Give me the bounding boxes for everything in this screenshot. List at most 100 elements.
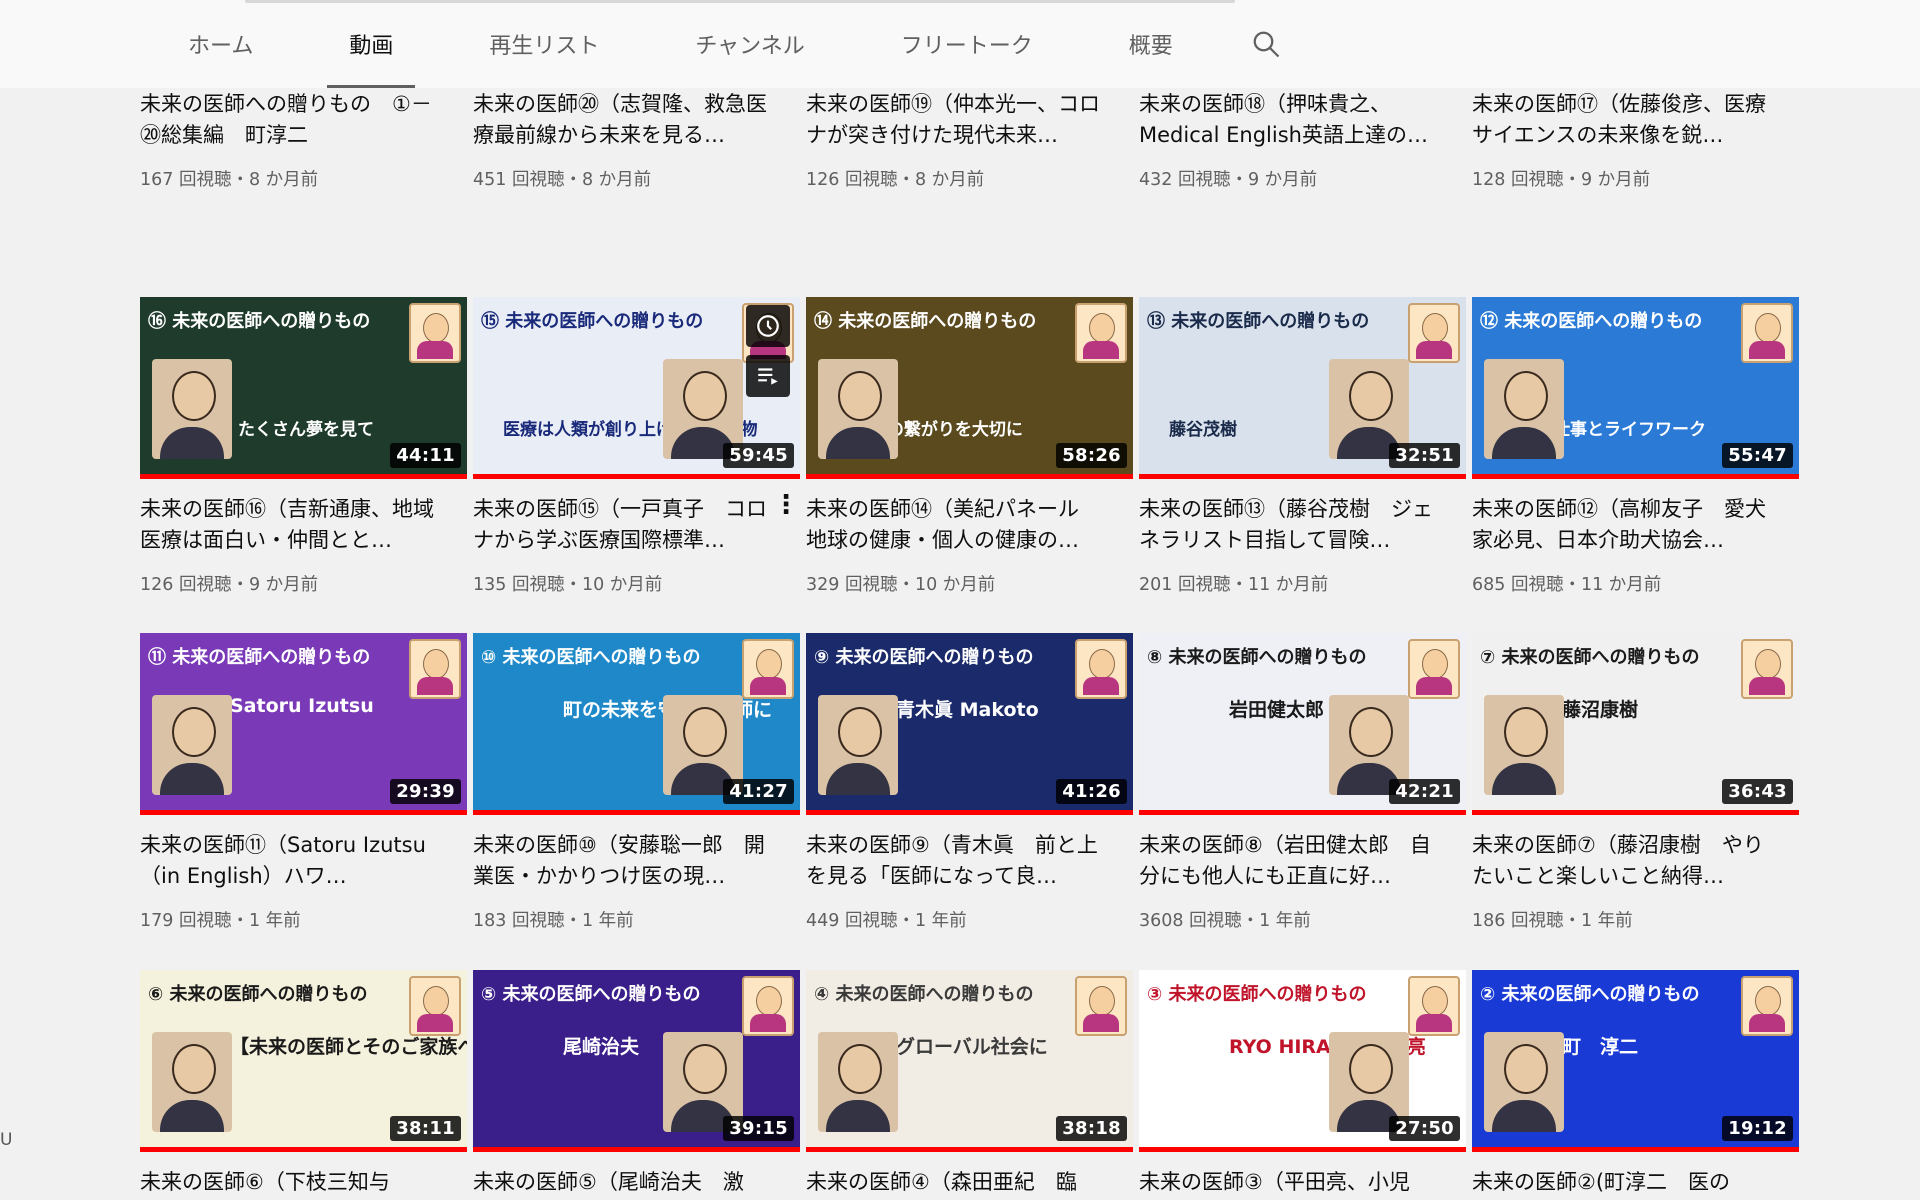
thumbnail-heading: ② 未来の医師への贈りもの (1480, 984, 1700, 1005)
video-thumbnail[interactable]: ⑦ 未来の医師への贈りもの藤沼康樹 36:43 (1472, 633, 1799, 815)
video-title[interactable]: 未来の医師⑫（高柳友子 愛犬家必見、日本介助犬協会… (1472, 494, 1772, 556)
video-title[interactable]: 未来の医師⑲（仲本光一、コロナが突き付けた現代未来… (806, 89, 1106, 151)
thumbnail-heading: ⑯ 未来の医師への贈りもの (148, 311, 371, 332)
video-title[interactable]: 未来の医師⑰（佐藤俊彦、医療サイエンスの未来像を鋭… (1472, 89, 1772, 151)
video-title[interactable]: 未来の医師⑪（Satoru Izutsu （in English）ハワ… (140, 830, 440, 892)
thumbnail-heading: ⑧ 未来の医師への贈りもの (1147, 647, 1367, 668)
video-duration-badge: 55:47 (1722, 443, 1793, 468)
tab-4[interactable]: フリートーク (853, 0, 1081, 88)
thumbnail-heading: ⑫ 未来の医師への贈りもの (1480, 311, 1703, 332)
video-title[interactable]: 未来の医師⑥（下枝三知与 (140, 1167, 440, 1200)
tab-5[interactable]: 概要 (1081, 0, 1221, 88)
thumbnail-heading: ⑦ 未来の医師への贈りもの (1480, 647, 1700, 668)
video-thumbnail[interactable]: ⑨ 未来の医師への贈りもの 青木眞 Makoto 41:26 (806, 633, 1133, 815)
thumbnail-heading: ⑪ 未来の医師への贈りもの (148, 647, 371, 668)
video-title[interactable]: 未来の医師⑱（押味貴之、Medical English英語上達の… (1139, 89, 1439, 151)
host-avatar-image (742, 639, 794, 699)
thumbnail-heading: ③ 未来の医師への贈りもの (1147, 984, 1367, 1005)
video-thumbnail[interactable]: ⑪ 未来の医師への贈りもの Satoru Izutsu 29:39 (140, 633, 467, 815)
tab-0[interactable]: ホーム (140, 0, 301, 88)
host-avatar-image (1408, 639, 1460, 699)
video-title[interactable]: 未来の医師⑭（美紀パネール 地球の健康・個人の健康の… (806, 494, 1106, 556)
video-duration-badge: 44:11 (390, 443, 461, 468)
more-options-icon[interactable]: ⋮ (773, 492, 799, 518)
host-avatar-image (1741, 976, 1793, 1036)
video-meta: 685 回視聴・11 か月前 (1472, 575, 1662, 595)
thumbnail-subtitle: 【未来の医師とそのご家族へ贈り物】 (230, 1036, 467, 1058)
thumbnail-heading: ⑭ 未来の医師への贈りもの (814, 311, 1037, 332)
video-thumbnail[interactable]: ⑥ 未来の医師への贈りもの【未来の医師とそのご家族へ贈り物】 38:11 (140, 970, 467, 1152)
guest-photo (152, 695, 232, 795)
host-avatar-image (1075, 976, 1127, 1036)
video-thumbnail[interactable]: ⑩ 未来の医師への贈りもの町の未来を守れる医師に41:27 (473, 633, 800, 815)
host-avatar-image (409, 976, 461, 1036)
video-thumbnail[interactable]: ⑭ 未来の医師への贈りもの 地球との繋がりを大切に 58:26 (806, 297, 1133, 479)
host-avatar-image (1408, 303, 1460, 363)
thumbnail-subtitle: Satoru Izutsu (230, 695, 374, 717)
video-duration-badge: 27:50 (1389, 1116, 1460, 1141)
thumbnail-heading: ④ 未来の医師への贈りもの (814, 984, 1034, 1005)
video-title[interactable]: 未来の医師⑳（志賀隆、救急医療最前線から未来を見る… (473, 89, 773, 151)
thumbnail-heading: ⑨ 未来の医師への贈りもの (814, 647, 1034, 668)
video-title[interactable]: 未来の医師③（平田亮、小児 (1139, 1167, 1439, 1200)
video-thumbnail[interactable]: ⑤ 未来の医師への贈りもの尾崎治夫 39:15 (473, 970, 800, 1152)
video-thumbnail[interactable]: ⑮ 未来の医師への贈りもの 医療は人類が創り上げてきた産物 59:45 (473, 297, 800, 479)
video-duration-badge: 36:43 (1722, 779, 1793, 804)
video-title[interactable]: 未来の医師⑬（藤谷茂樹 ジェネラリスト目指して冒険… (1139, 494, 1439, 556)
video-thumbnail[interactable]: ⑬ 未来の医師への贈りもの 藤谷茂樹 32:51 (1139, 297, 1466, 479)
video-thumbnail[interactable]: ⑧ 未来の医師への贈りもの 岩田健太郎 42:21 (1139, 633, 1466, 815)
thumbnail-subtitle: 藤沼康樹 (1562, 699, 1639, 721)
thumbnail-hover-actions (746, 305, 790, 397)
host-avatar-image (1075, 639, 1127, 699)
guest-photo (818, 1032, 898, 1132)
tab-3[interactable]: チャンネル (647, 0, 852, 88)
tab-1[interactable]: 動画 (301, 0, 441, 88)
video-meta: 183 回視聴・1 年前 (473, 911, 634, 931)
video-title[interactable]: 未来の医師への贈りもの ①－⑳総集編 町淳二 (140, 89, 440, 151)
video-title[interactable]: 未来の医師⑩（安藤聡一郎 開業医・かかりつけ医の現… (473, 830, 773, 892)
thumbnail-subtitle: 青木眞 Makoto (896, 699, 1039, 721)
guest-photo (818, 359, 898, 459)
thumbnail-subtitle: グローバル社会に (896, 1036, 1048, 1058)
video-thumbnail[interactable]: ⑯ 未来の医師への贈りもの 若い時、たくさん夢を見て 44:11 (140, 297, 467, 479)
host-avatar-image (1741, 639, 1793, 699)
thumbnail-heading: ⑮ 未来の医師への贈りもの (481, 311, 704, 332)
thumbnail-subtitle: 岩田健太郎 (1229, 699, 1325, 721)
video-duration-badge: 38:11 (390, 1116, 461, 1141)
video-thumbnail[interactable]: ③ 未来の医師への贈りもの RYO HIRATA 平田 亮 27:50 (1139, 970, 1466, 1152)
host-avatar-image (1408, 976, 1460, 1036)
video-duration-badge: 41:27 (723, 779, 794, 804)
thumbnail-heading: ⑤ 未来の医師への贈りもの (481, 984, 701, 1005)
guest-photo (152, 1032, 232, 1132)
guest-photo (1484, 1032, 1564, 1132)
video-title[interactable]: 未来の医師⑨（青木眞 前と上を見る「医師になって良… (806, 830, 1106, 892)
video-title[interactable]: 未来の医師⑤（尾崎治夫 激 (473, 1167, 773, 1200)
video-meta: 179 回視聴・1 年前 (140, 911, 301, 931)
video-meta: 167 回視聴・8 か月前 (140, 170, 319, 190)
video-duration-badge: 39:15 (723, 1116, 794, 1141)
video-title[interactable]: 未来の医師②(町淳二 医の (1472, 1167, 1772, 1200)
channel-tabs: ホーム 動画 再生リスト チャンネル フリートーク 概要 (140, 0, 1311, 88)
corner-label: U (0, 1130, 13, 1150)
video-meta: 128 回視聴・9 か月前 (1472, 170, 1651, 190)
video-meta: 451 回視聴・8 か月前 (473, 170, 652, 190)
tab-2[interactable]: 再生リスト (441, 0, 647, 88)
search-icon[interactable] (1221, 0, 1311, 88)
video-title[interactable]: 未来の医師⑦（藤沼康樹 やりたいこと楽しいこと納得… (1472, 830, 1772, 892)
video-duration-badge: 19:12 (1722, 1116, 1793, 1141)
video-title[interactable]: 未来の医師⑯（吉新通康、地域医療は面白い・仲間とと… (140, 494, 440, 556)
video-duration-badge: 59:45 (723, 443, 794, 468)
host-avatar-image (409, 639, 461, 699)
add-to-queue-icon[interactable] (746, 355, 790, 397)
watch-later-icon[interactable] (746, 305, 790, 347)
video-title[interactable]: 未来の医師⑧（岩田健太郎 自分にも他人にも正直に好… (1139, 830, 1439, 892)
video-thumbnail[interactable]: ② 未来の医師への贈りもの町 淳二 19:12 (1472, 970, 1799, 1152)
video-title[interactable]: 未来の医師④（森田亜紀 臨 (806, 1167, 1106, 1200)
host-avatar-image (1741, 303, 1793, 363)
video-thumbnail[interactable]: ④ 未来の医師への贈りもの グローバル社会に 38:18 (806, 970, 1133, 1152)
video-title[interactable]: 未来の医師⑮（一戸真子 コロナから学ぶ医療国際標準… (473, 494, 773, 556)
guest-photo (1484, 695, 1564, 795)
video-thumbnail[interactable]: ⑫ 未来の医師への贈りもの 医師の仕事とライフワーク 55:47 (1472, 297, 1799, 479)
thumbnail-subtitle: 尾崎治夫 (563, 1036, 640, 1058)
thumbnail-subtitle: 町 淳二 (1562, 1036, 1639, 1058)
